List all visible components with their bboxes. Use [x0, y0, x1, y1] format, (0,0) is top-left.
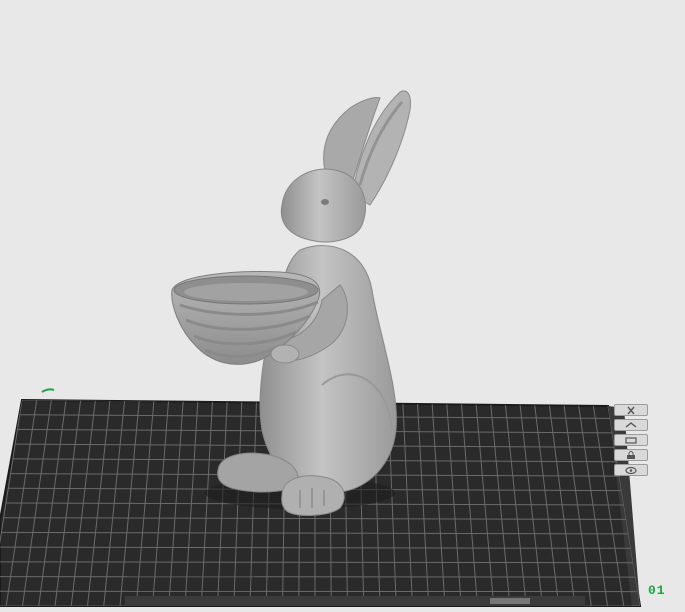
view-toolbar: [614, 404, 654, 476]
move-button[interactable]: [614, 419, 648, 431]
align-button[interactable]: [614, 434, 648, 446]
move-icon: [625, 421, 637, 428]
axis-indicator-icon: [41, 388, 55, 393]
lock-icon: [627, 450, 635, 459]
view-button[interactable]: [614, 464, 648, 476]
close-button[interactable]: [614, 404, 648, 416]
plate-logo: [490, 598, 530, 604]
eye-icon: [625, 466, 637, 474]
3d-viewport[interactable]: [0, 0, 685, 612]
align-icon: [625, 436, 637, 444]
close-icon: [627, 406, 635, 414]
lock-button[interactable]: [614, 449, 648, 461]
corner-label: 01: [648, 583, 666, 598]
grid-line: [0, 576, 636, 578]
